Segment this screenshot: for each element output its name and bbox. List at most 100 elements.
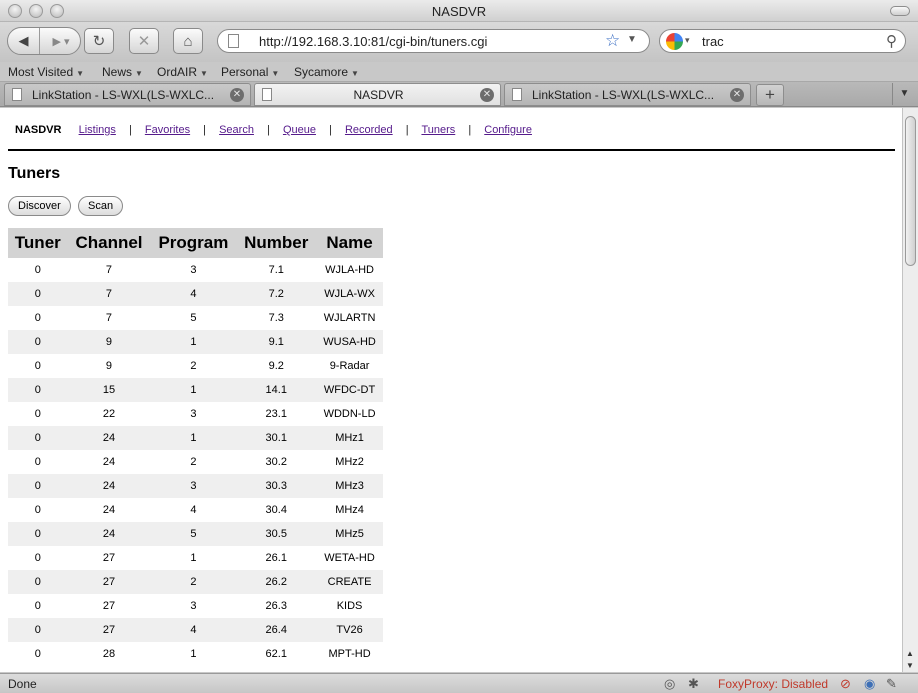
cell-program: 4 bbox=[190, 504, 197, 516]
cell-channel: 24 bbox=[67, 522, 151, 546]
cell-tuner: 0 bbox=[34, 600, 41, 612]
navigation-toolbar: ◀ ▶ ▾ ↻ ✕ ⌂ http://192.168.3.10:81/cgi-b… bbox=[0, 22, 918, 62]
table-row: 0 9 2 9.2 9-Radar bbox=[8, 354, 383, 378]
title-bar: NASDVR bbox=[0, 0, 918, 22]
cell-channel: 7 bbox=[67, 282, 151, 306]
cell-program: 1 bbox=[150, 330, 237, 354]
column-header-name: Name bbox=[316, 228, 383, 258]
close-icon[interactable]: ✕ bbox=[480, 88, 494, 102]
nav-link-configure[interactable]: Configure bbox=[484, 124, 532, 136]
cell-name: MHz2 bbox=[335, 456, 364, 468]
site-navigation: NASDVR Listings | Favorites | Search | Q… bbox=[15, 124, 532, 136]
cell-channel: 27 bbox=[102, 600, 116, 612]
close-icon[interactable]: ✕ bbox=[730, 88, 744, 102]
cell-program: 1 bbox=[190, 648, 197, 660]
vertical-scrollbar[interactable]: ▲ ▼ bbox=[902, 108, 918, 672]
url-bar[interactable]: http://192.168.3.10:81/cgi-bin/tuners.cg… bbox=[217, 29, 650, 53]
foxyproxy-status[interactable]: FoxyProxy: Disabled bbox=[718, 677, 828, 691]
google-icon[interactable] bbox=[666, 33, 683, 50]
new-tab-button[interactable]: + bbox=[756, 84, 784, 106]
table-row: 0 24 4 30.4 MHz4 bbox=[8, 498, 383, 522]
home-button[interactable]: ⌂ bbox=[173, 28, 203, 54]
reload-button[interactable]: ↻ bbox=[84, 28, 114, 54]
cell-tuner: 0 bbox=[8, 570, 68, 594]
cell-name: MHz4 bbox=[335, 504, 364, 516]
scrollbar-thumb[interactable] bbox=[905, 116, 916, 266]
chevron-down-icon[interactable]: ▼ bbox=[627, 34, 637, 45]
cell-name: WETA-HD bbox=[324, 552, 375, 564]
magnifier-icon[interactable]: ⚲ bbox=[886, 32, 897, 50]
bug-icon[interactable]: ✱ bbox=[688, 676, 699, 692]
nav-link-listings[interactable]: Listings bbox=[79, 124, 116, 136]
cell-channel: 24 bbox=[102, 504, 116, 516]
tab-linkstation-2[interactable]: LinkStation - LS-WXL(LS-WXLC... ✕ bbox=[504, 83, 751, 106]
cell-program: 2 bbox=[190, 456, 197, 468]
nav-separator: | bbox=[128, 124, 132, 136]
nav-separator: | bbox=[405, 124, 409, 136]
globe-icon[interactable]: ◉ bbox=[864, 676, 875, 692]
back-forward-group: ◀ ▶ ▾ bbox=[7, 27, 81, 55]
bookmark-label: Sycamore bbox=[294, 65, 349, 79]
toolbar-toggle-button[interactable] bbox=[890, 6, 910, 16]
cell-program: 1 bbox=[190, 552, 197, 564]
cell-number: 7.1 bbox=[268, 264, 284, 276]
star-icon[interactable]: ☆ bbox=[605, 31, 620, 51]
tab-linkstation-1[interactable]: LinkStation - LS-WXL(LS-WXLC... ✕ bbox=[4, 83, 251, 106]
table-row: 0 27 2 26.2 CREATE bbox=[8, 570, 383, 594]
search-bar[interactable]: ▾ trac ⚲ bbox=[659, 29, 906, 53]
blocked-icon[interactable]: ⊘ bbox=[840, 676, 851, 692]
cell-channel: 27 bbox=[102, 552, 116, 564]
cell-channel: 24 bbox=[67, 426, 151, 450]
bookmark-ordair[interactable]: OrdAIR ▼ bbox=[157, 65, 208, 79]
cell-number: 30.1 bbox=[236, 426, 317, 450]
chevron-down-icon: ▼ bbox=[899, 88, 910, 99]
bookmark-most-visited[interactable]: Most Visited ▼ bbox=[8, 65, 84, 79]
bookmark-news[interactable]: News ▼ bbox=[102, 65, 143, 79]
forward-button[interactable]: ▶ ▾ bbox=[41, 28, 81, 54]
nav-link-recorded[interactable]: Recorded bbox=[345, 124, 393, 136]
nav-link-tuners[interactable]: Tuners bbox=[421, 124, 455, 136]
nav-link-favorites[interactable]: Favorites bbox=[145, 124, 190, 136]
scroll-down-icon[interactable]: ▼ bbox=[906, 661, 914, 670]
bookmark-personal[interactable]: Personal ▼ bbox=[221, 65, 279, 79]
chevron-down-icon[interactable]: ▾ bbox=[685, 35, 690, 46]
cell-tuner: 0 bbox=[34, 408, 41, 420]
back-button[interactable]: ◀ bbox=[8, 28, 40, 54]
table-row: 0 7 5 7.3 WJLARTN bbox=[8, 306, 383, 330]
chevron-down-icon: ▼ bbox=[76, 69, 85, 78]
nav-separator: | bbox=[267, 124, 270, 136]
tab-nasdvr[interactable]: NASDVR ✕ bbox=[254, 83, 501, 106]
table-row: 0 15 1 14.1 WFDC-DT bbox=[8, 378, 383, 402]
status-text: Done bbox=[8, 677, 37, 691]
close-icon[interactable]: ✕ bbox=[230, 88, 244, 102]
cell-channel: 7 bbox=[105, 312, 113, 324]
cell-program: 5 bbox=[150, 522, 237, 546]
bookmark-sycamore[interactable]: Sycamore ▼ bbox=[294, 65, 359, 79]
search-input[interactable]: trac bbox=[702, 34, 724, 49]
discover-button[interactable]: Discover bbox=[8, 196, 71, 216]
addon-icon[interactable]: ◎ bbox=[664, 676, 675, 692]
list-all-tabs-button[interactable]: ▼ bbox=[892, 83, 916, 105]
url-input[interactable]: http://192.168.3.10:81/cgi-bin/tuners.cg… bbox=[259, 34, 487, 49]
stop-button[interactable]: ✕ bbox=[129, 28, 159, 54]
tools-icon[interactable]: ✎ bbox=[886, 676, 897, 692]
table-row: 0 24 5 30.5 MHz5 bbox=[8, 522, 383, 546]
cell-number: 26.2 bbox=[236, 570, 317, 594]
tuners-table: Tuner Channel Program Number Name 0 7 3 7.1… bbox=[8, 228, 383, 666]
tab-bar: LinkStation - LS-WXL(LS-WXLC... ✕ NASDVR… bbox=[0, 82, 918, 107]
scan-button[interactable]: Scan bbox=[78, 196, 124, 216]
scroll-up-icon[interactable]: ▲ bbox=[906, 649, 914, 658]
stop-icon: ✕ bbox=[137, 33, 151, 50]
cell-number: 9.1 bbox=[236, 330, 317, 354]
cell-name: TV26 bbox=[316, 618, 383, 642]
cell-tuner: 0 bbox=[8, 426, 68, 450]
cell-program: 3 bbox=[190, 264, 197, 276]
nav-link-search[interactable]: Search bbox=[219, 124, 254, 136]
cell-number: 30.5 bbox=[236, 522, 317, 546]
nav-link-queue[interactable]: Queue bbox=[283, 124, 316, 136]
cell-tuner: 0 bbox=[34, 360, 41, 372]
table-row: 0 27 1 26.1 WETA-HD bbox=[8, 546, 383, 570]
bookmark-label: Most Visited bbox=[8, 65, 74, 79]
cell-tuner: 0 bbox=[34, 648, 41, 660]
cell-channel: 9 bbox=[67, 330, 151, 354]
